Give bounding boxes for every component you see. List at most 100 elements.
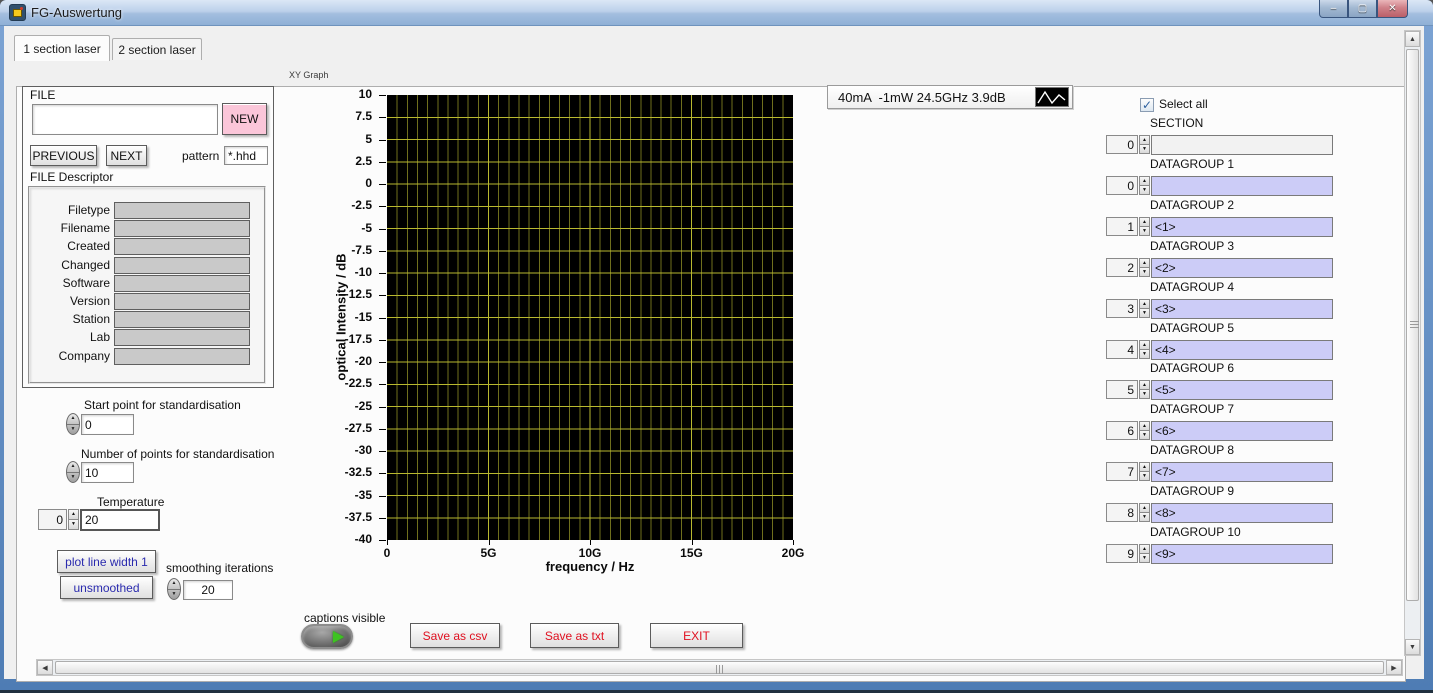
group-value-input[interactable] [1151,217,1333,237]
next-button[interactable]: NEXT [106,145,147,166]
group-index-input[interactable] [1106,217,1138,236]
group-value-input[interactable] [1151,503,1333,523]
group-value-input[interactable] [1151,544,1333,564]
temperature-index-input[interactable] [38,509,67,530]
scroll-down-button[interactable]: ▼ [1405,639,1420,655]
increment-icon[interactable]: ▲ [67,414,79,425]
increment-icon[interactable]: ▲ [1139,135,1150,145]
increment-icon[interactable]: ▲ [1139,503,1150,513]
save-txt-button[interactable]: Save as txt [530,623,619,648]
temperature-input[interactable] [80,509,160,531]
increment-icon[interactable]: ▲ [1139,340,1150,350]
group-stepper[interactable]: ▲ ▼ [1139,544,1150,563]
plot-legend[interactable]: 40mA -1mW 24.5GHz 3.9dB [827,85,1073,109]
decrement-icon[interactable]: ▼ [68,520,79,530]
exit-button[interactable]: EXIT [650,623,743,648]
group-stepper[interactable]: ▲ ▼ [1139,258,1150,277]
increment-icon[interactable]: ▲ [1139,299,1150,309]
close-button[interactable]: ✕ [1377,0,1408,18]
increment-icon[interactable]: ▲ [67,462,79,473]
scroll-up-button[interactable]: ▲ [1405,31,1420,47]
smoothing-input[interactable] [183,580,233,600]
group-index-input[interactable] [1106,421,1138,440]
points-input[interactable] [81,462,134,483]
group-stepper[interactable]: ▲ ▼ [1139,380,1150,399]
group-value-input[interactable] [1151,176,1333,196]
decrement-icon[interactable]: ▼ [168,590,180,600]
decrement-icon[interactable]: ▼ [1139,431,1150,440]
group-stepper[interactable]: ▲ ▼ [1139,340,1150,359]
decrement-icon[interactable]: ▼ [1139,268,1150,277]
group-stepper[interactable]: ▲ ▼ [1139,421,1150,440]
decrement-icon[interactable]: ▼ [1139,350,1150,359]
horizontal-scrollbar[interactable]: ◀ ▶ [36,659,1403,676]
increment-icon[interactable]: ▲ [1139,258,1150,268]
minimize-button[interactable]: – [1319,0,1348,18]
increment-icon[interactable]: ▲ [1139,217,1150,227]
group-value-input[interactable] [1151,135,1333,155]
maximize-button[interactable]: ▢ [1348,0,1377,18]
group-value-input[interactable] [1151,462,1333,482]
new-button[interactable]: NEW [222,103,267,135]
decrement-icon[interactable]: ▼ [1139,472,1150,481]
decrement-icon[interactable]: ▼ [1139,513,1150,522]
group-value-input[interactable] [1151,421,1333,441]
decrement-icon[interactable]: ▼ [67,473,79,483]
scroll-right-button[interactable]: ▶ [1386,660,1402,675]
group-index-input[interactable] [1106,176,1138,195]
start-point-input[interactable] [81,414,134,435]
increment-icon[interactable]: ▲ [1139,380,1150,390]
group-value-input[interactable] [1151,258,1333,278]
decrement-icon[interactable]: ▼ [1139,145,1150,154]
vertical-scrollbar[interactable]: ▲ ▼ [1404,30,1421,656]
group-stepper[interactable]: ▲ ▼ [1139,503,1150,522]
decrement-icon[interactable]: ▼ [1139,227,1150,236]
decrement-icon[interactable]: ▼ [1139,186,1150,195]
group-stepper[interactable]: ▲ ▼ [1139,217,1150,236]
group-index-input[interactable] [1106,258,1138,277]
group-index-input[interactable] [1106,544,1138,563]
smoothing-spinner[interactable]: ▲ ▼ [167,578,181,600]
increment-icon[interactable]: ▲ [1139,176,1150,186]
group-index-input[interactable] [1106,340,1138,359]
file-path-input[interactable] [32,104,218,135]
group-index-input[interactable] [1106,299,1138,318]
decrement-icon[interactable]: ▼ [1139,309,1150,318]
descriptor-value-field [114,202,250,219]
increment-icon[interactable]: ▲ [1139,462,1150,472]
decrement-icon[interactable]: ▼ [1139,390,1150,399]
pattern-input[interactable] [224,146,268,165]
group-index-input[interactable] [1106,503,1138,522]
horizontal-scroll-thumb[interactable] [55,661,1384,674]
group-stepper[interactable]: ▲ ▼ [1139,299,1150,318]
captions-led-toggle[interactable] [301,624,353,649]
increment-icon[interactable]: ▲ [1139,421,1150,431]
group-index-input[interactable] [1106,462,1138,481]
group-value-input[interactable] [1151,340,1333,360]
descriptor-label: Filename [60,221,110,235]
increment-icon[interactable]: ▲ [1139,544,1150,554]
save-csv-button[interactable]: Save as csv [410,623,500,648]
group-value-input[interactable] [1151,299,1333,319]
group-index-input[interactable] [1106,380,1138,399]
group-stepper[interactable]: ▲ ▼ [1139,462,1150,481]
previous-button[interactable]: PREVIOUS [30,145,97,166]
increment-icon[interactable]: ▲ [168,579,180,590]
vertical-scroll-thumb[interactable] [1406,49,1419,601]
scroll-left-button[interactable]: ◀ [37,660,53,675]
start-point-spinner[interactable]: ▲ ▼ [66,413,80,435]
decrement-icon[interactable]: ▼ [1139,554,1150,563]
unsmoothed-button[interactable]: unsmoothed [60,576,153,599]
select-all-checkbox[interactable]: ✓ [1140,98,1154,112]
decrement-icon[interactable]: ▼ [67,425,79,435]
tab-1-section-laser[interactable]: 1 section laser [14,35,110,61]
group-value-input[interactable] [1151,380,1333,400]
group-index-input[interactable] [1106,135,1138,154]
temperature-stepper[interactable]: ▲ ▼ [68,509,79,530]
tab-2-section-laser[interactable]: 2 section laser [112,38,202,60]
increment-icon[interactable]: ▲ [68,509,79,520]
group-stepper[interactable]: ▲ ▼ [1139,176,1150,195]
points-spinner[interactable]: ▲ ▼ [66,461,80,483]
group-stepper[interactable]: ▲ ▼ [1139,135,1150,154]
plot-line-width-button[interactable]: plot line width 1 [57,550,156,573]
